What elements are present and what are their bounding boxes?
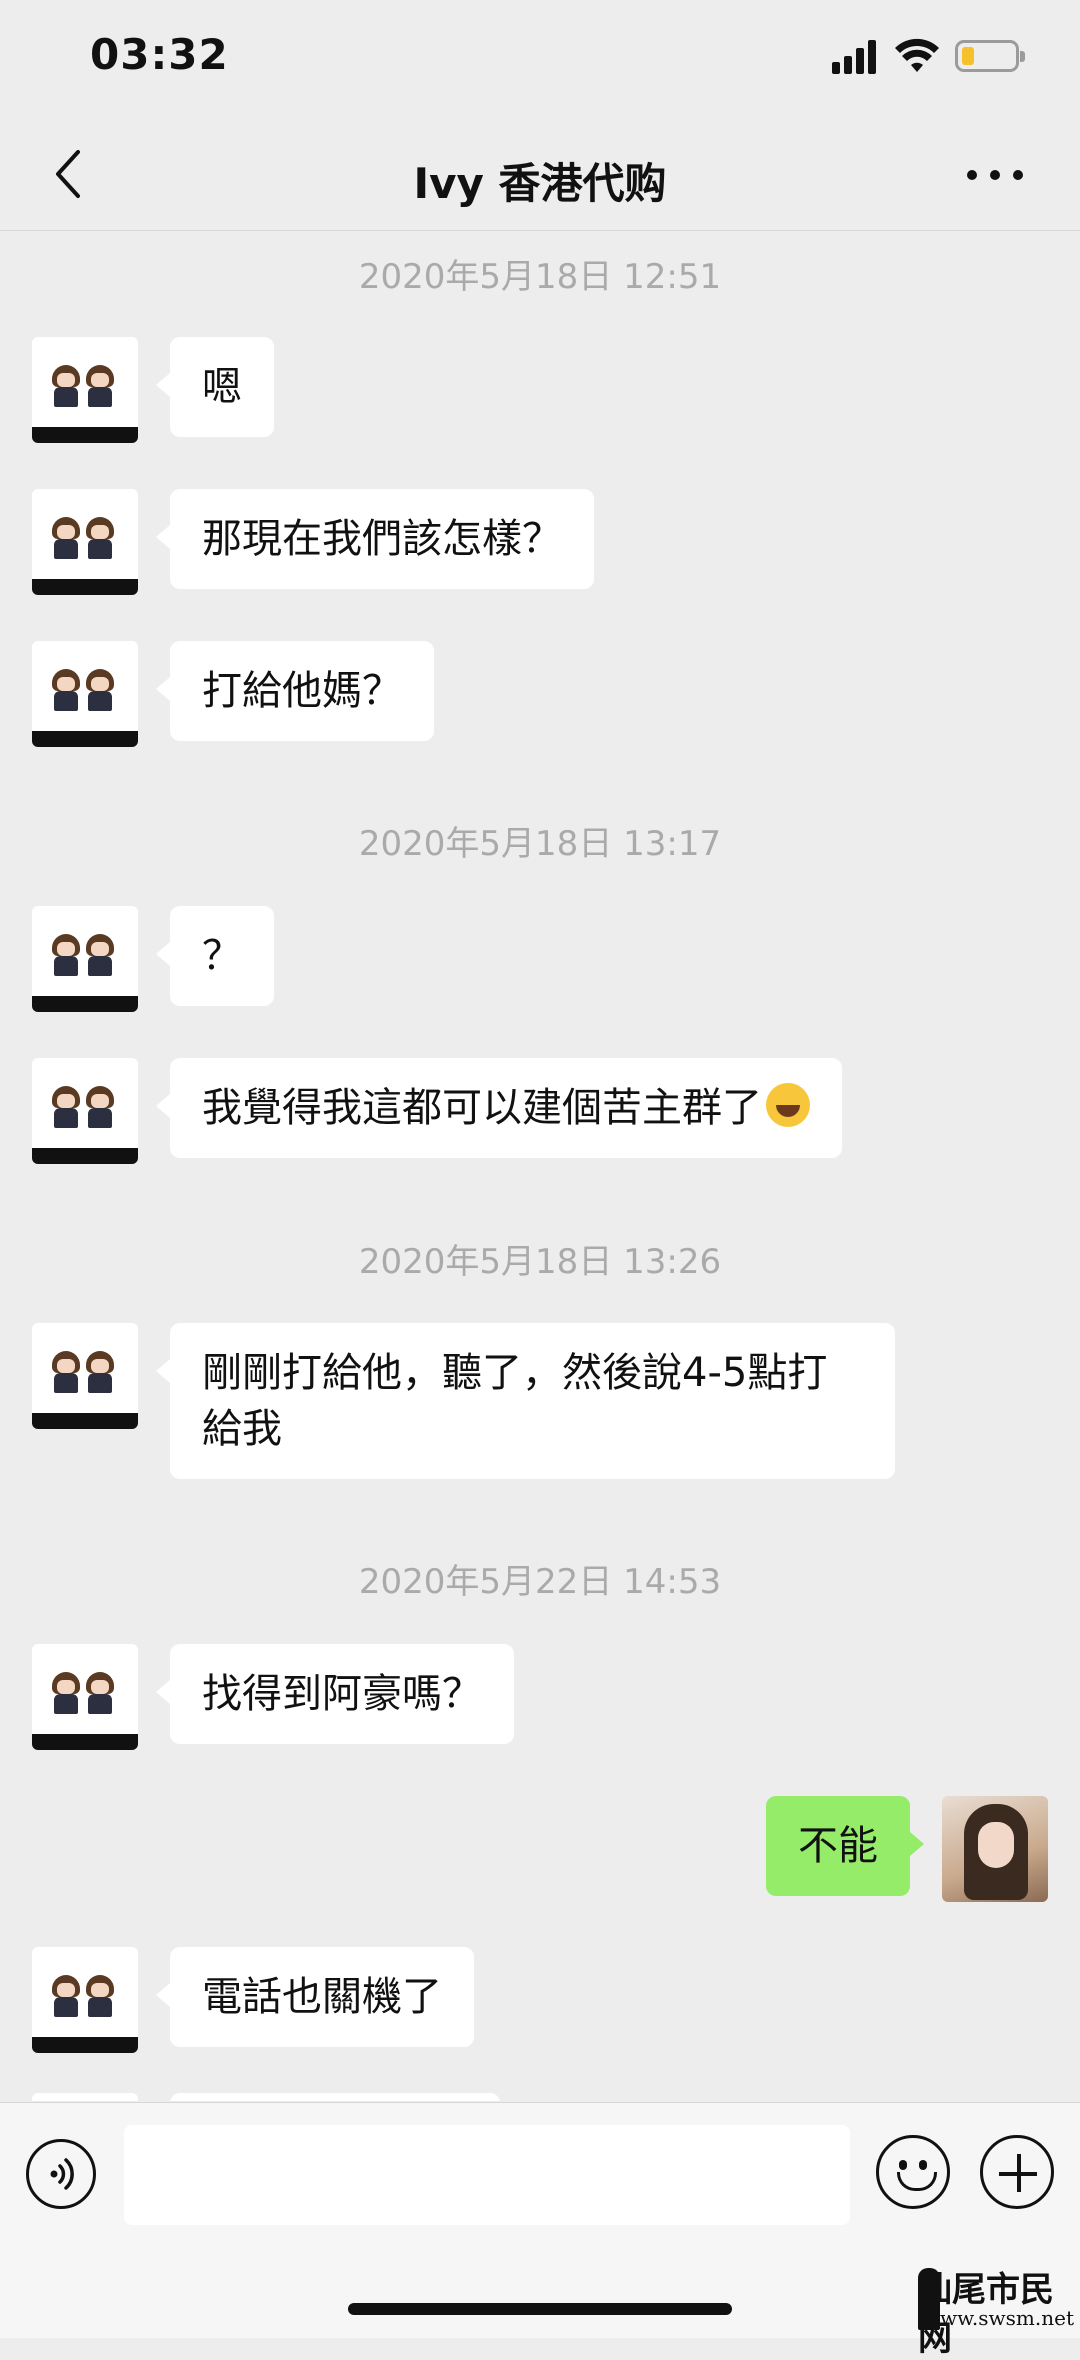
contact-avatar[interactable] [32, 2093, 138, 2101]
message-bubble[interactable]: 電話也關機了 [156, 1947, 474, 2047]
contact-avatar[interactable] [32, 1947, 138, 2053]
contact-avatar[interactable] [32, 641, 138, 747]
timestamp: 2020年5月18日 13:17 [358, 824, 722, 864]
cellular-signal-icon [832, 40, 878, 74]
emoji-icon[interactable] [876, 2135, 950, 2209]
chat-title: Ivy 香港代购 [413, 159, 667, 208]
contact-avatar[interactable] [32, 489, 138, 595]
timestamp: 2020年5月22日 14:53 [358, 1562, 722, 1602]
more-dots-icon[interactable] [965, 166, 1025, 186]
message-bubble[interactable]: 找得到阿豪嗎？ [156, 1644, 514, 1744]
status-bar: 03:32 [0, 0, 1080, 120]
message-bubble[interactable]: 嗯 [156, 337, 274, 437]
watermark-logo: 汕尾市民网 www.swsm.net [918, 2262, 1078, 2359]
message-bubble[interactable]: 我覺得我這都可以建個苦主群了 [156, 1058, 842, 1158]
status-time: 03:32 [90, 30, 229, 79]
voice-icon[interactable] [26, 2139, 96, 2209]
contact-avatar[interactable] [32, 1058, 138, 1164]
message-input[interactable] [124, 2125, 850, 2225]
message-bubble-partial[interactable] [170, 2093, 500, 2101]
message-bubble[interactable]: 剛剛打給他，聽了，然後說4-5點打給我 [156, 1323, 895, 1479]
timestamp: 2020年5月18日 13:26 [358, 1242, 722, 1282]
watermark-url: www.swsm.net [922, 2306, 1074, 2330]
contact-avatar[interactable] [32, 337, 138, 443]
home-indicator[interactable] [348, 2303, 732, 2315]
wifi-icon [895, 38, 939, 72]
my-message-bubble[interactable]: 不能 [766, 1796, 924, 1896]
plus-icon[interactable] [980, 2135, 1054, 2209]
contact-avatar[interactable] [32, 1644, 138, 1750]
message-bubble[interactable]: 那現在我們該怎樣？ [156, 489, 594, 589]
contact-avatar[interactable] [32, 1323, 138, 1429]
timestamp: 2020年5月18日 12:51 [358, 257, 722, 297]
crying-laughing-emoji-icon [766, 1083, 810, 1127]
contact-avatar[interactable] [32, 906, 138, 1012]
message-text: 我覺得我這都可以建個苦主群了 [202, 1085, 762, 1131]
my-avatar[interactable] [942, 1796, 1048, 1902]
message-list[interactable]: 2020年5月18日 12:51 嗯 那現在我們該怎樣？ 打給他媽？ 2020年… [0, 231, 1080, 2101]
message-bubble[interactable]: ？ [156, 906, 274, 1006]
battery-icon [955, 40, 1025, 72]
message-bubble[interactable]: 打給他媽？ [156, 641, 434, 741]
chat-header: Ivy 香港代购 [0, 120, 1080, 231]
